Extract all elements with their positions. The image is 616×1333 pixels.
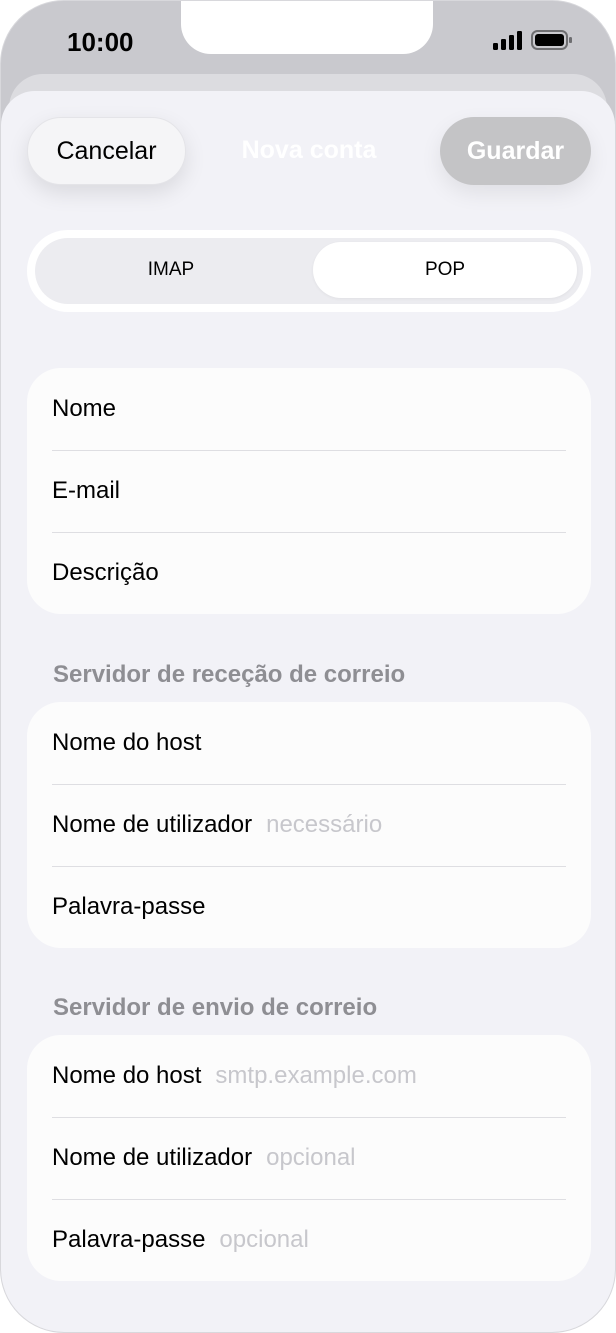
incoming-server-group: Nome do host Nome de utilizador necessár… — [27, 702, 591, 948]
cancel-button[interactable]: Cancelar — [27, 117, 186, 185]
new-account-sheet: Cancelar Nova conta Guardar IMAP POP Nom… — [1, 91, 615, 1332]
incoming-password-field[interactable]: Palavra-passe — [27, 866, 591, 948]
notch — [181, 1, 433, 54]
email-field[interactable]: E-mail — [27, 450, 591, 532]
incoming-server-header: Servidor de receção de correio — [53, 661, 406, 688]
outgoing-username-label: Nome de utilizador — [52, 1144, 253, 1171]
description-label: Descrição — [52, 559, 159, 586]
incoming-hostname-label: Nome do host — [52, 729, 202, 756]
outgoing-password-placeholder: opcional — [219, 1226, 309, 1253]
outgoing-server-group: Nome do host smtp.example.com Nome de ut… — [27, 1035, 591, 1281]
outgoing-password-label: Palavra-passe — [52, 1226, 206, 1253]
outgoing-hostname-label: Nome do host — [52, 1062, 202, 1089]
account-type-segmented-control: IMAP POP — [27, 230, 591, 312]
incoming-username-label: Nome de utilizador — [52, 811, 253, 838]
name-label: Nome — [52, 395, 117, 422]
outgoing-username-placeholder: opcional — [266, 1144, 356, 1171]
device-frame: 10:00 Cancelar Nova conta Guardar IMAP P… — [0, 0, 616, 1333]
account-info-group: Nome E-mail Descrição — [27, 368, 591, 614]
outgoing-username-field[interactable]: Nome de utilizador opcional — [27, 1117, 591, 1199]
segment-imap[interactable]: IMAP — [39, 242, 303, 298]
status-icons — [493, 29, 573, 55]
incoming-username-field[interactable]: Nome de utilizador necessário — [27, 784, 591, 866]
description-field[interactable]: Descrição — [27, 532, 591, 614]
name-field[interactable]: Nome — [27, 368, 591, 450]
email-label: E-mail — [52, 477, 121, 504]
incoming-username-placeholder: necessário — [266, 811, 383, 838]
sheet-title: Nova conta — [241, 136, 377, 164]
battery-icon — [531, 29, 573, 55]
outgoing-hostname-field[interactable]: Nome do host smtp.example.com — [27, 1035, 591, 1117]
incoming-password-label: Palavra-passe — [52, 893, 206, 920]
incoming-hostname-field[interactable]: Nome do host — [27, 702, 591, 784]
outgoing-hostname-placeholder: smtp.example.com — [215, 1062, 417, 1089]
outgoing-password-field[interactable]: Palavra-passe opcional — [27, 1199, 591, 1281]
save-button[interactable]: Guardar — [440, 117, 591, 185]
signal-icon — [493, 30, 523, 55]
segmented-track: IMAP POP — [35, 238, 583, 304]
status-time: 10:00 — [67, 27, 134, 57]
segment-pop[interactable]: POP — [313, 242, 577, 298]
outgoing-server-header: Servidor de envio de correio — [53, 994, 378, 1021]
